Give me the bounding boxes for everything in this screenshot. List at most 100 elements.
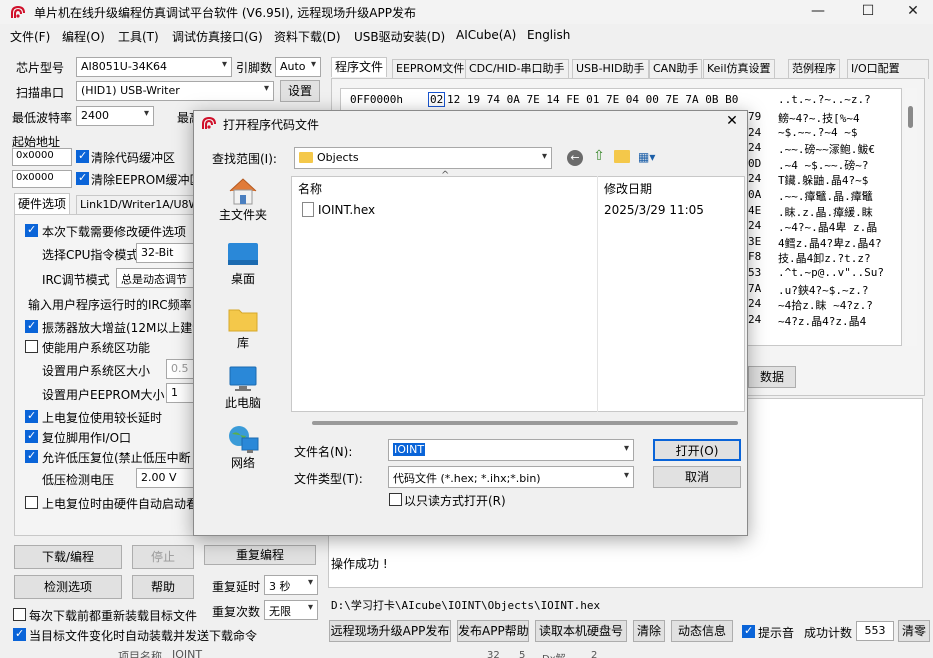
menu-usb-driver[interactable]: USB驱动安装(D) (354, 28, 445, 45)
reset-io-checkbox[interactable] (25, 429, 38, 443)
chevron-down-icon: ▾ (541, 151, 547, 162)
tab-eeprom-file[interactable]: EEPROM文件 (392, 59, 469, 79)
nav-home[interactable]: 主文件夹 (213, 176, 273, 223)
publish-app-button[interactable]: 远程现场升级APP发布 (329, 620, 451, 642)
menu-english[interactable]: English (527, 28, 570, 42)
detect-options-button[interactable]: 检测选项 (14, 575, 122, 599)
eeprom-size-select[interactable]: 1 (166, 383, 196, 403)
osc-gain-label: 振荡器放大增益(12M以上建议 (42, 321, 205, 335)
hex-ascii-cell: .~4?~.晶4卑 z.晶 (778, 221, 878, 235)
tab-program-file[interactable]: 程序文件 (331, 57, 388, 77)
readonly-checkbox[interactable] (389, 493, 402, 506)
help-button[interactable]: 帮助 (132, 575, 194, 599)
file-row[interactable]: IOINT.hex 2025/3/29 11:05 (298, 201, 738, 219)
download-button[interactable]: 下载/编程 (14, 545, 122, 569)
back-icon[interactable]: ← (567, 150, 583, 166)
count-label: 成功计数 (804, 626, 853, 640)
nav-this-pc[interactable]: 此电脑 (213, 364, 273, 411)
clear-code-label: 清除代码缓冲区 (91, 151, 176, 165)
home-icon (226, 176, 260, 206)
menu-file[interactable]: 文件(F) (10, 28, 50, 45)
port-select[interactable]: (HID1) USB-Writer ▾ (76, 81, 274, 101)
chip-select[interactable]: AI8051U-34K64 ▾ (76, 57, 232, 77)
up-folder-icon[interactable]: ⇧ (590, 148, 608, 166)
sys-size-select[interactable]: 0.5 (166, 359, 196, 379)
open-button[interactable]: 打开(O) (653, 439, 741, 461)
column-name-header[interactable]: 名称 (298, 180, 322, 197)
beep-checkbox[interactable] (742, 624, 755, 638)
repeat-count-select[interactable]: 无限 ▾ (264, 600, 318, 620)
chevron-down-icon: ▾ (263, 83, 269, 94)
menu-tools[interactable]: 工具(T) (118, 28, 159, 45)
filename-input[interactable]: IOINT ▾ (388, 439, 634, 461)
nav-network[interactable]: 网络 (213, 424, 273, 471)
hex-byte-cell: 53 (748, 266, 762, 279)
baud-label: 最低波特率 (12, 111, 73, 125)
tab-io-config[interactable]: I/O口配置 (847, 59, 929, 79)
filetype-label: 文件类型(T): (294, 472, 363, 486)
baud-select[interactable]: 2400 ▾ (76, 106, 154, 126)
repeat-delay-select[interactable]: 3 秒 ▾ (264, 575, 318, 595)
menu-download[interactable]: 资料下载(D) (274, 28, 341, 45)
low-volt-reset-checkbox[interactable] (25, 449, 38, 463)
new-folder-icon[interactable] (614, 150, 630, 163)
modify-hw-checkbox[interactable] (25, 223, 38, 237)
column-date-header[interactable]: 修改日期 (604, 180, 652, 197)
hex-byte-cell: 24 (748, 125, 762, 139)
tab-link1d[interactable]: Link1D/Writer1A/U8W (76, 195, 204, 215)
library-icon (226, 304, 260, 334)
dynamic-info-button[interactable]: 动态信息 (671, 620, 733, 642)
filetype-select[interactable]: 代码文件 (*.hex; *.ihx;*.bin) ▾ (388, 466, 634, 488)
app-help-button[interactable]: 发布APP帮助 (457, 620, 529, 642)
minimize-button[interactable]: — (795, 0, 841, 24)
tab-cdc-hid[interactable]: CDC/HID-串口助手 (465, 59, 569, 79)
tab-hardware-options[interactable]: 硬件选项 (14, 193, 71, 215)
menu-program[interactable]: 编程(O) (62, 28, 105, 45)
look-in-select[interactable]: Objects ▾ (294, 147, 552, 169)
hex-byte-cell: 24 (748, 312, 762, 326)
tab-usb-hid[interactable]: USB-HID助手 (572, 59, 649, 79)
hex-byte-cell: 0A (748, 188, 762, 201)
maximize-button[interactable]: ☐ (845, 0, 891, 24)
menu-debug[interactable]: 调试仿真接口(G) (172, 28, 263, 45)
clear-button[interactable]: 清除 (633, 620, 665, 642)
reprogram-button[interactable]: 重复编程 (204, 545, 316, 565)
data-button[interactable]: 数据 (748, 366, 796, 388)
low-volt-select[interactable]: 2.00 V (136, 468, 196, 488)
close-button[interactable]: ✕ (890, 0, 933, 24)
long-delay-checkbox[interactable] (25, 409, 38, 423)
dialog-close-button[interactable]: ✕ (720, 113, 744, 133)
horizontal-scrollbar[interactable] (312, 421, 738, 425)
menu-aicube[interactable]: AICube(A) (456, 28, 516, 42)
clear-code-checkbox[interactable] (76, 149, 89, 163)
chevron-down-icon: ▾ (143, 108, 149, 119)
cancel-button[interactable]: 取消 (653, 466, 741, 488)
reset-count-button[interactable]: 清零 (898, 620, 930, 642)
nav-library[interactable]: 库 (213, 304, 273, 351)
code-address-input[interactable]: 0x0000 (12, 148, 72, 166)
tab-examples[interactable]: 范例程序 (788, 59, 840, 79)
cpu-mode-select[interactable]: 32-Bit (136, 243, 196, 263)
tab-keil[interactable]: Keil仿真设置 (703, 59, 775, 79)
reload-checkbox[interactable] (13, 608, 26, 621)
stop-button[interactable]: 停止 (132, 545, 194, 569)
scrollbar-thumb[interactable] (908, 106, 913, 128)
eeprom-address-input[interactable]: 0x0000 (12, 170, 72, 188)
user-sys-checkbox[interactable] (25, 340, 38, 353)
clear-eeprom-checkbox[interactable] (76, 171, 89, 185)
user-sys-label: 使能用户系统区功能 (42, 341, 151, 355)
port-label: 扫描串口 (16, 86, 65, 100)
hex-ascii-cell: ~$.~~.?~4 ~$ (778, 125, 858, 139)
view-menu-icon[interactable]: ▦▾ (638, 150, 664, 166)
nav-desktop[interactable]: 桌面 (213, 240, 273, 287)
pin-select[interactable]: Auto ▾ (275, 57, 321, 77)
chevron-down-icon: ▾ (623, 443, 629, 454)
chevron-down-icon: ▾ (310, 59, 316, 70)
irc-mode-select[interactable]: 总是动态调节 (116, 268, 196, 288)
settings-button[interactable]: 设置 (280, 80, 320, 102)
tab-can[interactable]: CAN助手 (649, 59, 703, 79)
osc-gain-checkbox[interactable] (25, 319, 38, 333)
read-disk-button[interactable]: 读取本机硬盘号 (535, 620, 627, 642)
watchdog-checkbox[interactable] (25, 496, 38, 509)
auto-load-checkbox[interactable] (13, 627, 26, 641)
